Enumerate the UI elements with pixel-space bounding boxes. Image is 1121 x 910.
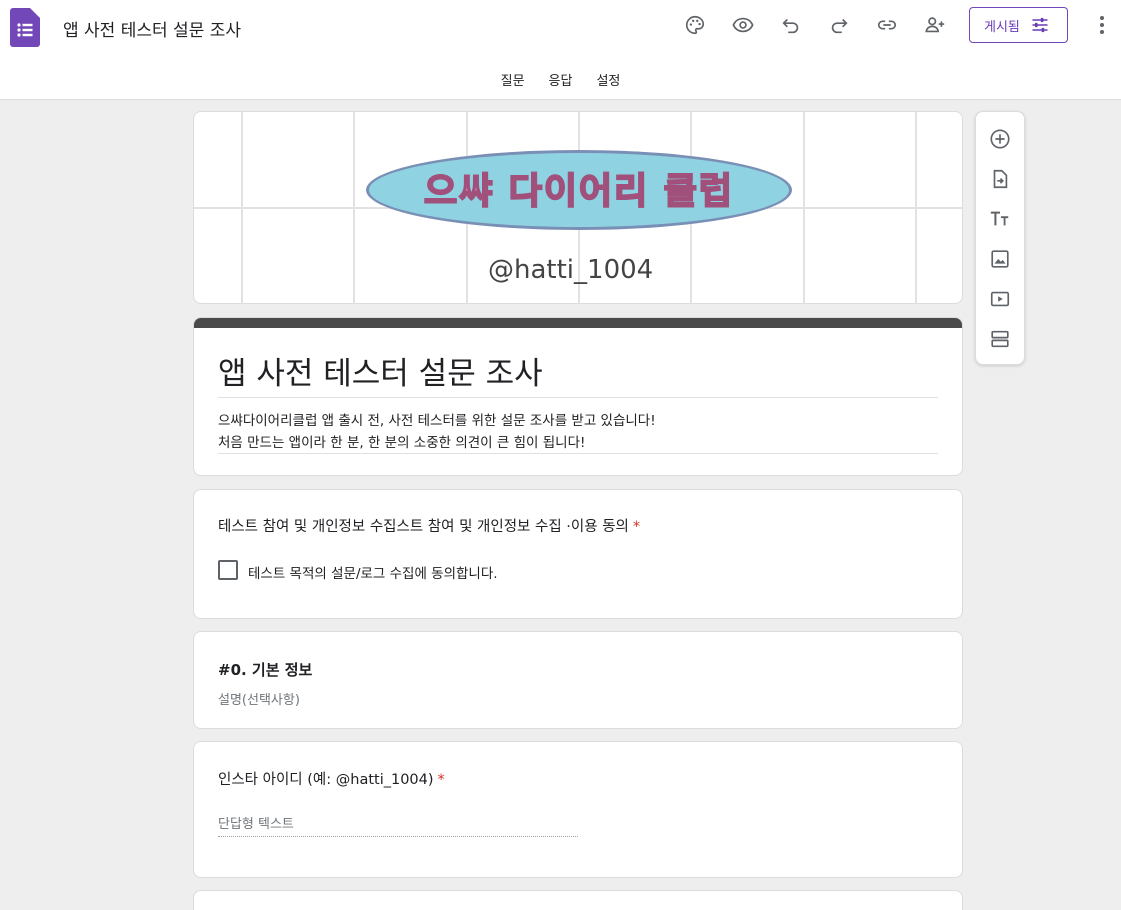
question-title-text: 테스트 참여 및 개인정보 수집스트 참여 및 개인정보 수집 ·이용 동의 xyxy=(218,519,629,535)
undo-icon[interactable] xyxy=(778,12,804,38)
top-bar: 앱 사전 테스터 설문 조사 게시됨 질문 응답 설정 xyxy=(0,0,1121,100)
section-title[interactable]: #0. 기본 정보 xyxy=(218,659,312,680)
import-questions-icon[interactable] xyxy=(988,167,1012,191)
question-title: 테스트 참여 및 개인정보 수집스트 참여 및 개인정보 수집 ·이용 동의 * xyxy=(218,515,640,536)
form-title-card[interactable]: 앱 사전 테스터 설문 조사 으쌰다이어리클럽 앱 출시 전, 사전 테스터를 … xyxy=(193,317,963,476)
add-title-icon[interactable] xyxy=(988,207,1012,231)
section-description[interactable]: 설명(선택사항) xyxy=(218,689,300,708)
add-question-icon[interactable] xyxy=(988,127,1012,151)
publish-label: 게시됨 xyxy=(984,19,1020,35)
form-description-line2: 처음 만드는 앱이라 한 분, 한 분의 소중한 의견이 큰 힘이 됩니다! xyxy=(218,435,586,451)
add-video-icon[interactable] xyxy=(988,287,1012,311)
required-mark: * xyxy=(437,772,445,788)
required-mark: * xyxy=(632,519,641,535)
question-card-next[interactable] xyxy=(193,890,963,910)
title-underline xyxy=(218,397,938,398)
form-title[interactable]: 앱 사전 테스터 설문 조사 xyxy=(218,348,543,393)
description-underline xyxy=(218,453,938,454)
publish-button[interactable]: 게시됨 xyxy=(969,7,1068,43)
question-card-consent[interactable]: 테스트 참여 및 개인정보 수집스트 참여 및 개인정보 수집 ·이용 동의 * … xyxy=(193,489,963,619)
tab-settings[interactable]: 설정 xyxy=(596,68,620,94)
question-title: 인스타 아이디 (예: @hatti_1004) * xyxy=(218,768,445,789)
checkbox-label: 테스트 목적의 설문/로그 수집에 동의합니다. xyxy=(248,566,498,582)
section-card[interactable]: #0. 기본 정보 설명(선택사항) xyxy=(193,631,963,729)
header-handle: @hatti_1004 xyxy=(488,255,654,285)
more-options-icon[interactable] xyxy=(1092,12,1112,38)
redo-icon[interactable] xyxy=(826,12,852,38)
add-collaborator-icon[interactable] xyxy=(922,12,948,38)
add-section-icon[interactable] xyxy=(988,327,1012,351)
logo-text: 으쌰 다이어리 클럽 xyxy=(423,170,735,213)
forms-app-icon[interactable] xyxy=(10,8,40,47)
link-icon[interactable] xyxy=(874,12,900,38)
header-image[interactable]: 으쌰 다이어리 클럽 @hatti_1004 xyxy=(193,111,963,304)
short-answer-placeholder: 단답형 텍스트 xyxy=(218,817,294,832)
theme-color-strip xyxy=(194,318,962,328)
preview-icon[interactable] xyxy=(730,12,756,38)
tab-responses[interactable]: 응답 xyxy=(549,68,573,94)
form-tabs: 질문 응답 설정 xyxy=(0,68,1121,94)
add-image-icon[interactable] xyxy=(988,247,1012,271)
question-title-text: 인스타 아이디 (예: @hatti_1004) xyxy=(218,772,434,788)
publish-settings-icon xyxy=(1032,17,1048,33)
palette-icon[interactable] xyxy=(682,12,708,38)
consent-checkbox[interactable] xyxy=(218,560,238,580)
tab-questions[interactable]: 질문 xyxy=(501,68,525,94)
form-description-line1: 으쌰다이어리클럽 앱 출시 전, 사전 테스터를 위한 설문 조사를 받고 있습… xyxy=(218,413,656,429)
question-card-instagram[interactable]: 인스타 아이디 (예: @hatti_1004) * 단답형 텍스트 xyxy=(193,741,963,878)
document-title[interactable]: 앱 사전 테스터 설문 조사 xyxy=(63,16,241,41)
short-answer-underline xyxy=(218,836,578,837)
form-description[interactable]: 으쌰다이어리클럽 앱 출시 전, 사전 테스터를 위한 설문 조사를 받고 있습… xyxy=(218,410,656,454)
side-toolbar xyxy=(975,111,1025,365)
